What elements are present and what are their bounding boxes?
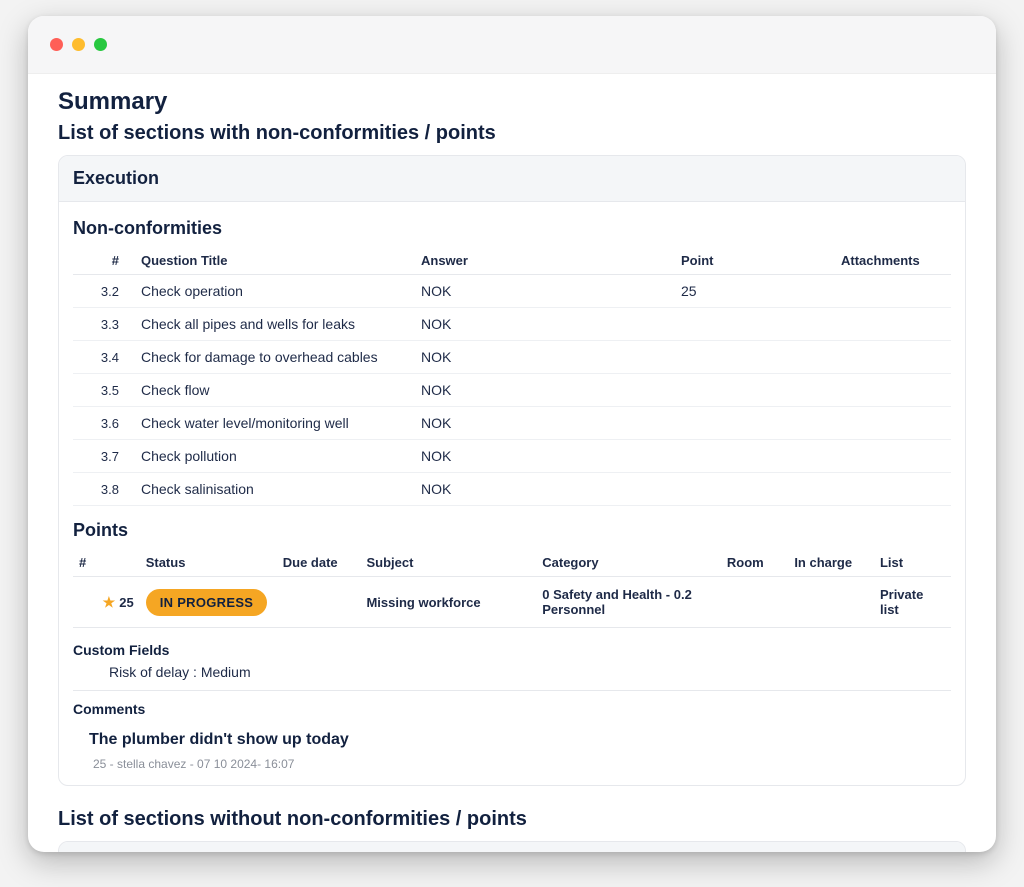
nc-row-answer: NOK — [413, 374, 673, 407]
points-heading: Points — [73, 520, 951, 541]
nc-row-point — [673, 308, 833, 341]
page-title: Summary — [58, 88, 966, 116]
nc-row-point — [673, 341, 833, 374]
points-row-list: Private list — [874, 577, 951, 628]
table-row[interactable]: 3.5Check flowNOK — [73, 374, 951, 407]
nc-row-point: 25 — [673, 275, 833, 308]
table-row[interactable]: 3.2Check operationNOK25 — [73, 275, 951, 308]
nc-row-number: 3.3 — [73, 308, 133, 341]
points-row-room — [721, 577, 788, 628]
page-content: Summary List of sections with non-confor… — [28, 74, 996, 852]
nc-row-title: Check operation — [133, 275, 413, 308]
points-row-subject: Missing workforce — [360, 577, 536, 628]
minimize-window-button[interactable] — [72, 38, 85, 51]
sections-without-nc-heading: List of sections without non-conformitie… — [58, 808, 966, 831]
nc-row-number: 3.4 — [73, 341, 133, 374]
nc-col-point: Point — [673, 247, 833, 275]
custom-field-value: Risk of delay : Medium — [73, 664, 951, 680]
execution-stage-panel: Execution stage — [58, 841, 966, 852]
sections-with-nc-heading: List of sections with non-conformities /… — [58, 122, 966, 145]
nc-row-point — [673, 374, 833, 407]
nc-row-answer: NOK — [413, 308, 673, 341]
nc-row-title: Check salinisation — [133, 473, 413, 506]
points-row-due — [277, 577, 361, 628]
nc-row-answer: NOK — [413, 440, 673, 473]
pts-col-room: Room — [721, 549, 788, 577]
execution-stage-panel-header: Execution stage — [59, 842, 965, 852]
nc-row-number: 3.6 — [73, 407, 133, 440]
nc-row-point — [673, 440, 833, 473]
nc-row-title: Check water level/monitoring well — [133, 407, 413, 440]
star-icon: ★ — [103, 594, 116, 610]
nc-col-number: # — [73, 247, 133, 275]
pts-col-number: # — [73, 549, 140, 577]
nc-row-title: Check flow — [133, 374, 413, 407]
nc-row-attach — [833, 407, 951, 440]
pts-col-status: Status — [140, 549, 277, 577]
nc-row-answer: NOK — [413, 473, 673, 506]
execution-panel: Execution Non-conformities # Question Ti… — [58, 155, 966, 786]
table-row[interactable]: 3.6Check water level/monitoring wellNOK — [73, 407, 951, 440]
nc-col-answer: Answer — [413, 247, 673, 275]
pts-col-incharge: In charge — [788, 549, 874, 577]
nc-row-number: 3.5 — [73, 374, 133, 407]
nc-row-attach — [833, 440, 951, 473]
nc-row-attach — [833, 374, 951, 407]
pts-col-list: List — [874, 549, 951, 577]
table-row[interactable]: 3.7Check pollutionNOK — [73, 440, 951, 473]
pts-col-due: Due date — [277, 549, 361, 577]
nc-row-number: 3.8 — [73, 473, 133, 506]
nc-row-attach — [833, 308, 951, 341]
table-row[interactable]: 3.8Check salinisationNOK — [73, 473, 951, 506]
comments-heading: Comments — [73, 701, 951, 717]
execution-panel-header: Execution — [59, 156, 965, 202]
nc-row-answer: NOK — [413, 341, 673, 374]
comment-text: The plumber didn't show up today — [81, 725, 357, 755]
nc-row-title: Check pollution — [133, 440, 413, 473]
points-row-number: 25 — [119, 595, 133, 610]
nc-row-point — [673, 473, 833, 506]
points-row[interactable]: ★25 IN PROGRESS Missing workforce 0 Safe… — [73, 577, 951, 628]
app-window: Summary List of sections with non-confor… — [28, 16, 996, 852]
status-badge: IN PROGRESS — [146, 589, 268, 616]
divider — [73, 690, 951, 691]
comment-meta: 25 - stella chavez - 07 10 2024- 16:07 — [93, 757, 951, 771]
maximize-window-button[interactable] — [94, 38, 107, 51]
pts-col-subject: Subject — [360, 549, 536, 577]
non-conformities-heading: Non-conformities — [73, 218, 951, 239]
points-row-category: 0 Safety and Health - 0.2 Personnel — [536, 577, 721, 628]
nc-row-title: Check for damage to overhead cables — [133, 341, 413, 374]
custom-fields-heading: Custom Fields — [73, 642, 951, 658]
window-titlebar — [28, 16, 996, 74]
table-row[interactable]: 3.3Check all pipes and wells for leaksNO… — [73, 308, 951, 341]
close-window-button[interactable] — [50, 38, 63, 51]
nc-row-answer: NOK — [413, 407, 673, 440]
nc-row-attach — [833, 473, 951, 506]
nc-row-title: Check all pipes and wells for leaks — [133, 308, 413, 341]
nc-row-attach — [833, 341, 951, 374]
non-conformities-table: # Question Title Answer Point Attachment… — [73, 247, 951, 506]
nc-row-attach — [833, 275, 951, 308]
nc-row-answer: NOK — [413, 275, 673, 308]
nc-row-number: 3.7 — [73, 440, 133, 473]
nc-row-number: 3.2 — [73, 275, 133, 308]
table-row[interactable]: 3.4Check for damage to overhead cablesNO… — [73, 341, 951, 374]
points-table: # Status Due date Subject Category Room … — [73, 549, 951, 628]
nc-row-point — [673, 407, 833, 440]
points-row-incharge — [788, 577, 874, 628]
nc-col-title: Question Title — [133, 247, 413, 275]
pts-col-category: Category — [536, 549, 721, 577]
nc-col-attachments: Attachments — [833, 247, 951, 275]
